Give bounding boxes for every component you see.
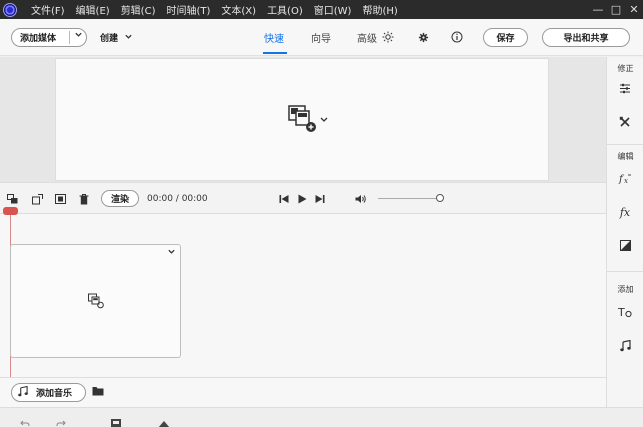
music-note-icon[interactable] [616,338,634,354]
info-icon[interactable] [450,30,464,44]
create-label: 创建 [100,34,119,44]
menu-tools[interactable]: 工具(O) [267,2,303,17]
tab-guided[interactable]: 向导 [311,30,331,45]
home-screen-icon[interactable] [157,419,171,427]
gear-icon[interactable] [416,30,430,44]
undo-icon[interactable] [20,420,30,427]
create-menu[interactable]: 创建 [100,31,133,44]
right-panel: 修正 编辑 fx fx 添加 T [606,57,643,412]
effects-adjust-icon[interactable]: fx [616,170,634,186]
menu-bar: 文件(F) 编辑(E) 剪辑(C) 时间轴(T) 文本(X) 工具(O) 窗口(… [0,0,643,19]
play-icon[interactable] [296,193,308,205]
minimize-button[interactable]: — [589,0,607,19]
skip-back-icon[interactable] [278,193,290,205]
adjust-icon[interactable] [616,80,634,96]
chevron-down-icon[interactable] [167,247,176,259]
main-toolbar: 添加媒体 创建 快速 向导 高级 保存 导出和共享 [0,19,643,56]
folder-icon[interactable] [92,386,104,399]
skip-forward-icon[interactable] [314,193,326,205]
volume-slider-handle[interactable] [436,194,444,202]
svg-text:T: T [618,306,625,318]
bottom-action-bar [0,407,643,427]
music-note-icon [18,385,28,400]
tab-expert[interactable]: 高级 [357,30,377,45]
tools-icon[interactable] [616,114,634,130]
monitor-panel [55,58,549,181]
export-share-button[interactable]: 导出和共享 [542,28,630,47]
add-media-placeholder-icon[interactable] [88,293,106,309]
add-music-label: 添加音乐 [36,389,73,399]
chevron-down-icon [124,32,133,44]
menu-window[interactable]: 窗口(W) [314,2,352,17]
video-track-drop-zone[interactable] [10,244,181,358]
organizer-icon[interactable] [110,418,122,427]
clip-view-icon[interactable] [6,193,18,205]
menu-clip[interactable]: 剪辑(C) [121,2,156,17]
timecode-display: 00:00 / 00:00 [147,194,208,204]
redo-icon[interactable] [56,420,66,427]
tab-quick[interactable]: 快速 [264,30,284,45]
window-controls: — □ ✕ [589,0,643,19]
playhead-handle[interactable] [3,207,18,215]
menu-edit[interactable]: 编辑(E) [76,2,110,17]
chevron-down-icon[interactable] [74,30,83,42]
close-button[interactable]: ✕ [625,0,643,19]
active-tab-indicator [263,52,287,54]
save-button[interactable]: 保存 [483,28,528,47]
film-strip-icon[interactable] [54,193,66,205]
timeline-toolbar: 渲染 00:00 / 00:00 [0,182,606,214]
audio-track-row: 添加音乐 [0,377,606,407]
export-clip-icon[interactable] [31,193,43,205]
add-media-label: 添加媒体 [20,34,57,44]
add-title-icon[interactable]: T [616,304,634,320]
menu-timeline[interactable]: 时间轴(T) [166,2,210,17]
section-label-add: 添加 [617,285,634,294]
menu-help[interactable]: 帮助(H) [362,2,397,17]
add-music-button[interactable]: 添加音乐 [11,383,86,402]
sun-icon[interactable] [381,30,395,44]
color-contrast-icon[interactable] [616,237,634,253]
panel-divider [607,144,643,145]
menu-file[interactable]: 文件(F) [31,2,65,17]
add-media-button[interactable]: 添加媒体 [11,28,87,47]
volume-slider-track[interactable] [378,198,438,199]
volume-icon[interactable] [355,193,367,205]
panel-divider [607,271,643,272]
menu-text[interactable]: 文本(X) [221,2,256,17]
app-logo-icon [3,2,17,17]
svg-text:x: x [624,177,628,185]
fx-icon[interactable]: fx [616,204,634,220]
preview-area [0,57,606,182]
maximize-button[interactable]: □ [607,0,625,19]
add-media-divider [69,31,70,44]
section-label-edit: 编辑 [617,152,634,161]
section-label-fix: 修正 [617,64,634,73]
add-media-placeholder-icon[interactable] [288,104,328,136]
render-button[interactable]: 渲染 [101,190,139,207]
trash-icon[interactable] [78,193,90,205]
